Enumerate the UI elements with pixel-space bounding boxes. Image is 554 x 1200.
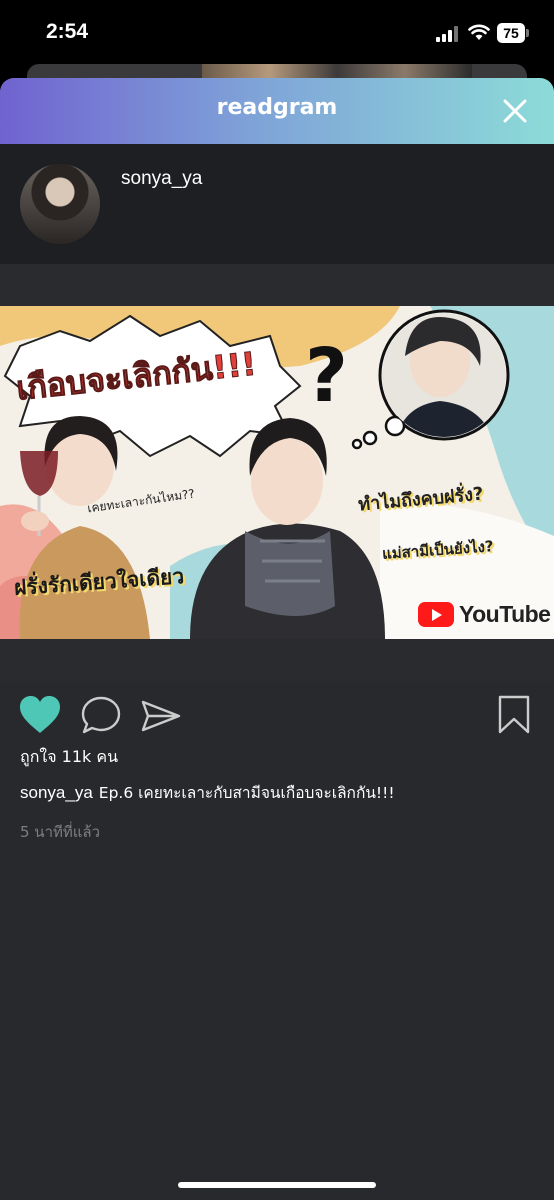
post-actions — [0, 681, 554, 751]
battery-level: 75 — [497, 23, 525, 43]
bookmark-icon[interactable] — [497, 695, 531, 735]
status-time: 2:54 — [46, 20, 89, 43]
modal-title: readgram — [216, 95, 338, 120]
send-icon[interactable] — [140, 699, 182, 733]
divider — [0, 639, 554, 681]
post-timestamp: 5 นาทีที่แล้ว — [20, 823, 101, 841]
post-header: sonya_ya — [0, 144, 554, 264]
youtube-icon — [418, 602, 454, 627]
wifi-icon — [468, 24, 490, 40]
caption-username[interactable]: sonya_ya — [20, 783, 93, 802]
comment-icon[interactable] — [80, 695, 122, 735]
battery-icon: 75 — [497, 23, 529, 43]
youtube-badge: YouTube — [418, 601, 551, 628]
heart-icon[interactable] — [18, 695, 62, 735]
youtube-label: YouTube — [459, 601, 551, 627]
modal-header: readgram — [0, 78, 554, 144]
svg-text:?: ? — [305, 333, 348, 419]
avatar[interactable] — [20, 164, 100, 244]
signal-icon — [436, 26, 462, 42]
status-bar: 2:54 75 — [0, 0, 554, 66]
post-username[interactable]: sonya_ya — [121, 168, 202, 190]
caption-text: Ep.6 เคยทะเลาะกับสามีจนเกือบจะเลิกกัน!!! — [98, 784, 395, 802]
post-image[interactable]: ? เกือบจะเลิกกัน!!! เคยทะเลาะกันไหม?? ฝร… — [0, 306, 554, 639]
home-indicator[interactable] — [178, 1182, 376, 1188]
like-count[interactable]: ถูกใจ 11k คน — [20, 745, 118, 770]
close-icon[interactable] — [500, 96, 530, 126]
divider — [0, 264, 554, 306]
post-modal: readgram sonya_ya ? เกือบจะเลิกกัน!!! เค… — [0, 78, 554, 1200]
caption: sonya_ya Ep.6 เคยทะเลาะกับสามีจนเกือบจะเล… — [20, 780, 395, 805]
